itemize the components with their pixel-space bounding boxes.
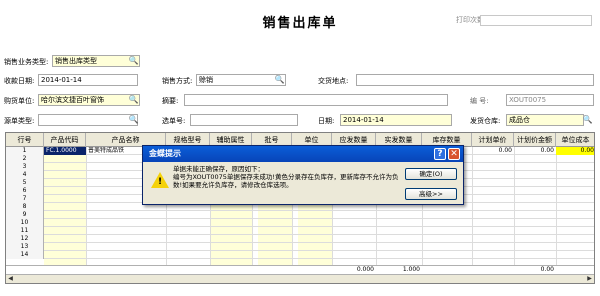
row-number: 4 [6,171,44,179]
row-number: 6 [6,187,44,195]
row-number: 5 [6,179,44,187]
row-number: 13 [6,243,44,251]
table-row[interactable]: 10 [6,219,594,227]
row-number: 3 [6,163,44,171]
delivery-place-label: 交货地点: [318,77,349,85]
row-number: 8 [6,203,44,211]
totals-row: 0.000 1.000 0.00 [6,265,594,274]
number-field[interactable]: XOUT0075 [506,94,594,106]
lookup-icon[interactable]: 🔍 [128,56,139,66]
plan-price-cell[interactable]: 0.00 [472,147,514,155]
total-actual-qty: 1.000 [402,266,420,273]
scroll-left-icon[interactable]: ◀ [6,275,15,283]
unit-cost-cell[interactable]: 0.00 [556,147,594,155]
lookup-icon[interactable]: 🔍 [582,115,593,125]
table-row[interactable]: 13 [6,243,594,251]
row-number: 14 [6,251,44,259]
ok-button[interactable]: 确定(O) [405,168,457,180]
receive-date-field[interactable]: 2014-01-14 [38,74,138,86]
sales-method-label: 销售方式: [162,77,193,85]
lookup-icon[interactable]: 🔍 [274,75,285,85]
warehouse-label: 发货仓库: [470,117,501,125]
buyer-field[interactable]: 哈尔滨文捷百叶窗饰 [38,94,140,106]
row-number: 9 [6,211,44,219]
warning-icon-mark: ! [158,177,163,187]
business-type-label: 销售业务类型: [4,58,49,66]
scroll-right-icon[interactable]: ▶ [585,275,594,283]
total-plan-amount: 0.00 [540,266,554,273]
row-number: 10 [6,219,44,227]
close-icon[interactable]: ✕ [448,148,460,160]
row-number: 2 [6,155,44,163]
lookup-icon[interactable]: 🔍 [128,115,139,125]
print-count-field [480,15,592,26]
dialog-titlebar[interactable]: 金蝶提示 ? ✕ [143,146,463,162]
col-header[interactable]: 单位成本 [556,133,594,147]
dialog-message: 单据未能正确保存，原因如下： 编号为XOUT0075单据保存未成功!黄色分录存在… [173,165,399,189]
total-due-qty: 0.000 [356,266,374,273]
col-header[interactable]: 计划价金额 [514,133,556,147]
row-number: 7 [6,195,44,203]
help-icon[interactable]: ? [434,148,446,160]
select-number-label: 选单号: [162,117,186,125]
date-field[interactable]: 2014-01-14 [340,114,452,126]
number-label: 编 号: [470,97,489,105]
delivery-place-field[interactable] [356,74,594,86]
buyer-label: 购货单位: [4,97,35,105]
table-row[interactable]: 12 [6,235,594,243]
product-code-cell[interactable]: FC.1.0000 [44,147,86,155]
row-number: 11 [6,227,44,235]
summary-label: 摘要: [162,97,179,105]
col-header[interactable]: 产品代码 [44,133,86,147]
source-type-label: 源单类型: [4,117,35,125]
col-header[interactable]: 计划单价 [472,133,514,147]
warning-dialog[interactable]: 金蝶提示 ? ✕ ! 单据未能正确保存，原因如下： 编号为XOUT0075单据保… [142,145,464,205]
table-row[interactable]: 9 [6,211,594,219]
select-number-field[interactable] [190,114,298,126]
business-type-field[interactable]: 销售出库类型 [52,55,140,67]
lookup-icon[interactable]: 🔍 [128,95,139,105]
plan-amount-cell[interactable]: 0.00 [514,147,556,155]
warehouse-field[interactable]: 成品仓 [506,114,584,126]
table-row[interactable]: 14 [6,251,594,259]
summary-field[interactable] [184,94,448,106]
date-label: 日期: [318,117,335,125]
row-number: 1 [6,147,44,155]
table-row[interactable]: 11 [6,227,594,235]
advanced-button[interactable]: 高级>> [405,188,457,200]
row-number: 12 [6,235,44,243]
dialog-title: 金蝶提示 [149,149,181,158]
sales-method-field[interactable]: 赊销 [196,74,286,86]
col-header[interactable]: 行号 [6,133,44,147]
horizontal-scrollbar[interactable]: ◀ ▶ [6,274,594,283]
receive-date-label: 收款日期: [4,77,35,85]
source-type-field[interactable] [38,114,138,126]
